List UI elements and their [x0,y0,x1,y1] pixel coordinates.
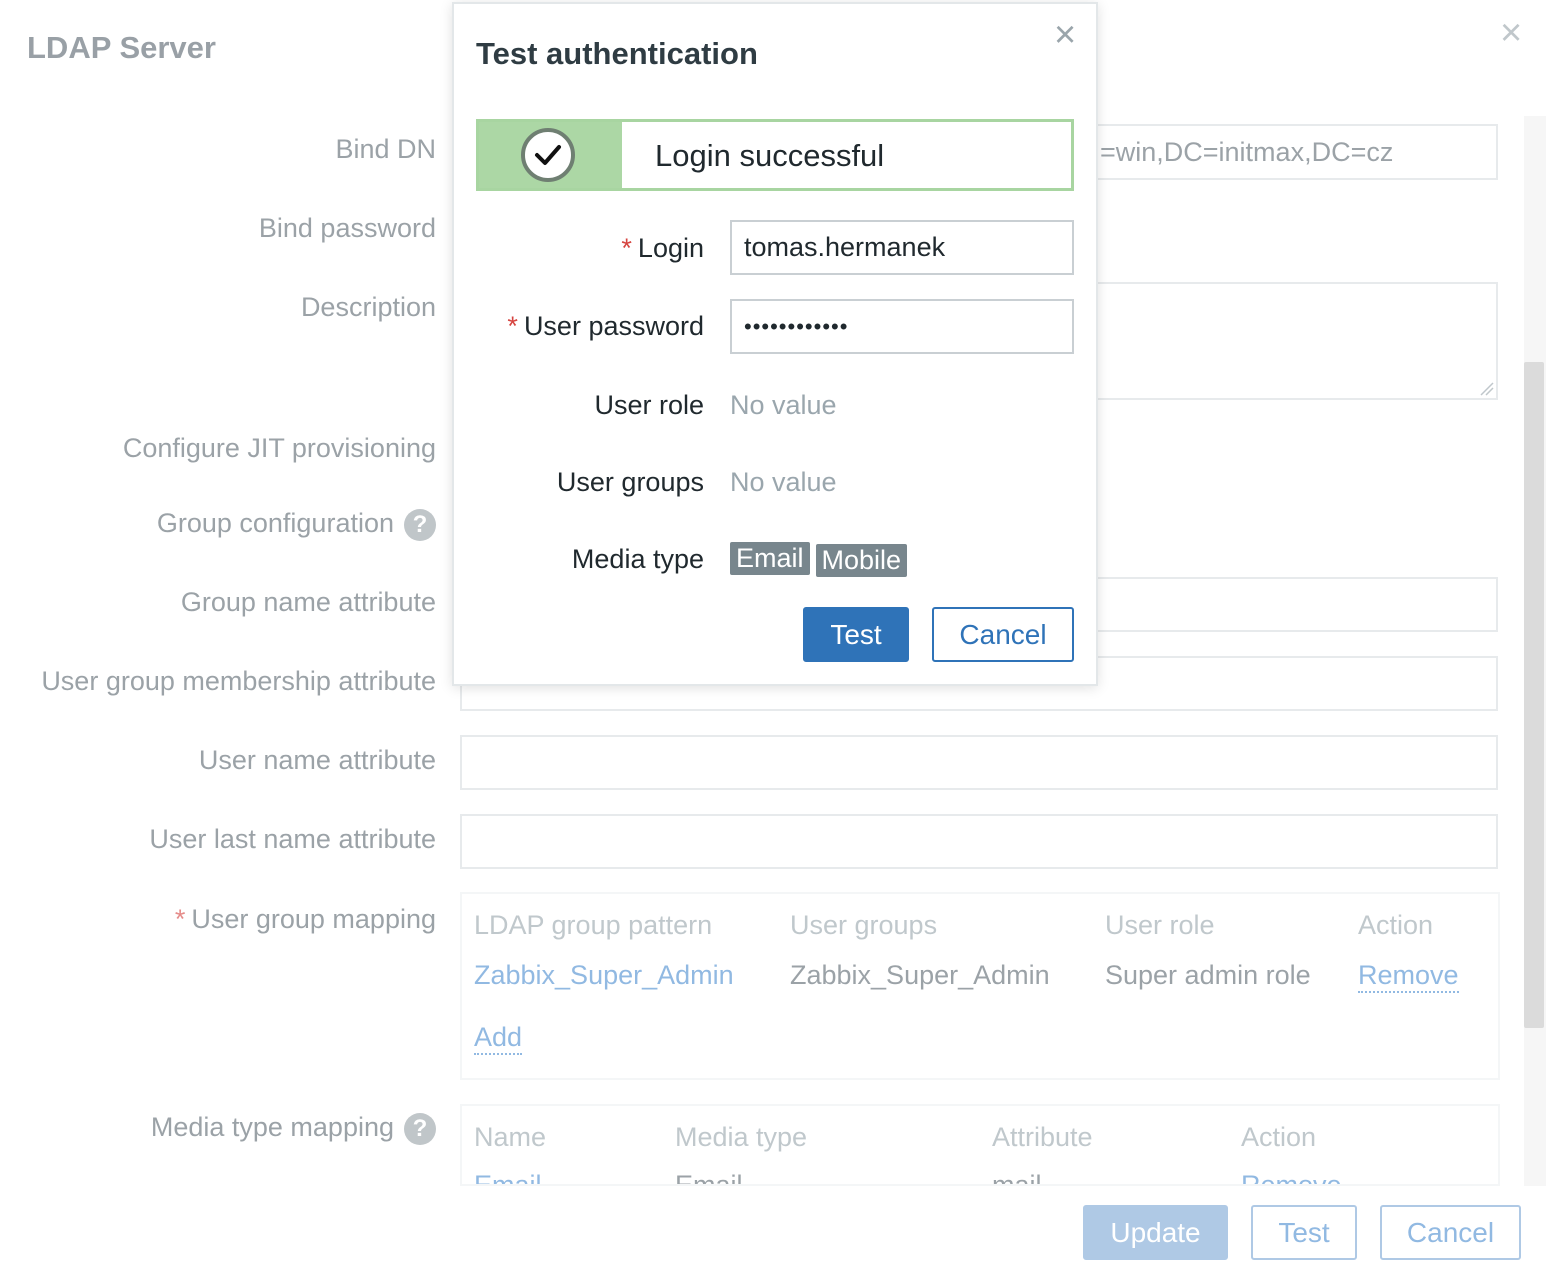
column-header: Attribute [992,1122,1093,1152]
bind-password-label: Bind password [258,213,436,243]
login-label: * Login [621,233,704,263]
remove-media-link[interactable]: Remove [1241,1170,1342,1184]
user-password-input[interactable]: •••••••••••• [730,299,1074,354]
scrollbar-thumb[interactable] [1524,362,1544,1028]
configure-jit-label: Configure JIT provisioning [122,433,436,463]
user-groups-cell: Zabbix_Super_Admin [790,960,1050,990]
description-label: Description [300,292,436,322]
group-name-attribute-label: Group name attribute [180,587,436,617]
group-configuration-label: Group configuration? [157,508,436,541]
modal-title: Test authentication [476,36,758,71]
user-group-membership-attribute-label: User group membership attribute [41,666,436,696]
required-asterisk: * [174,904,186,934]
column-header: User groups [790,910,938,940]
user-password-label: * User password [507,311,704,341]
resize-handle-icon[interactable] [1478,380,1494,396]
column-header: Action [1241,1122,1317,1152]
help-icon[interactable]: ? [404,1112,436,1145]
attribute-cell: mail [992,1170,1042,1186]
user-role-cell: Super admin role [1105,960,1311,990]
user-group-mapping-table: LDAP group pattern User groups User role… [460,892,1500,1080]
column-header: User role [1105,910,1215,940]
cancel-button[interactable]: Cancel [1380,1205,1521,1260]
column-header: LDAP group pattern [474,910,713,940]
media-type-mapping-label: Media type mapping? [151,1112,436,1145]
media-type-cell: Email [675,1170,743,1186]
required-asterisk: * [621,233,632,263]
column-header: Media type [675,1122,808,1152]
remove-mapping-link[interactable]: Remove [1358,960,1459,993]
column-header: Name [474,1122,547,1152]
user-role-value: No value [730,390,837,420]
user-role-label: User role [594,390,704,420]
required-asterisk: * [507,311,518,341]
login-input[interactable]: tomas.hermanek [730,220,1074,275]
test-authentication-modal: Test authentication × Login successful *… [452,2,1098,686]
ldap-group-pattern-link[interactable]: Zabbix_Super_Admin [474,960,734,991]
media-type-tag: Mobile [815,544,908,577]
success-message: Login successful [476,119,1074,191]
user-groups-label: User groups [556,467,704,497]
media-name-link[interactable]: Email [474,1170,542,1184]
close-icon[interactable]: × [1500,14,1522,52]
user-last-name-attribute-input[interactable] [460,814,1498,869]
user-last-name-attribute-label: User last name attribute [149,824,436,854]
media-type-tag: Email [730,542,810,575]
user-group-mapping-label: * User group mapping [174,904,436,934]
media-type-mapping-table: Name Media type Attribute Action Email E… [460,1104,1500,1186]
help-icon[interactable]: ? [404,508,436,541]
close-icon[interactable]: × [1054,16,1076,54]
add-mapping-link[interactable]: Add [474,1022,523,1055]
bind-dn-label: Bind DN [335,134,436,164]
column-header: Action [1358,910,1434,940]
user-name-attribute-input[interactable] [460,735,1498,790]
status-message: Login successful [655,138,885,173]
modal-cancel-button[interactable]: Cancel [932,607,1074,662]
checkmark-icon [521,128,575,182]
media-type-tags: Email Mobile [730,542,913,577]
test-button[interactable]: Test [1251,1205,1357,1260]
modal-test-button[interactable]: Test [803,607,909,662]
dialog-title: LDAP Server [27,30,216,65]
update-button[interactable]: Update [1083,1205,1228,1260]
media-type-label: Media type [571,544,704,574]
user-groups-value: No value [730,467,837,497]
user-name-attribute-label: User name attribute [198,745,436,775]
